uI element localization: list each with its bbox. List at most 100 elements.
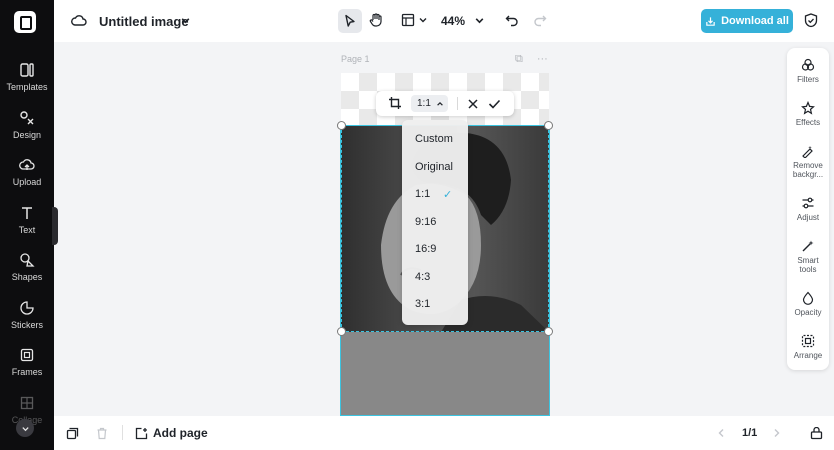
adjust-icon xyxy=(802,197,814,209)
download-all-button[interactable]: Download all xyxy=(701,9,793,33)
design-icon xyxy=(20,111,34,125)
chevron-up-icon xyxy=(437,101,443,106)
sidebar-item-design[interactable]: Design xyxy=(0,110,54,154)
undo-button[interactable] xyxy=(505,13,519,27)
layout-tool-button[interactable] xyxy=(401,13,428,27)
smart-tools-icon xyxy=(802,240,814,252)
collapse-rail-button[interactable] xyxy=(16,419,34,437)
title-dropdown-button[interactable] xyxy=(180,15,191,26)
crop-handle-bottom-left[interactable] xyxy=(337,327,346,336)
opacity-icon xyxy=(802,291,814,305)
tool-label: Adjust xyxy=(796,213,820,222)
duplicate-page-button[interactable] xyxy=(66,427,79,440)
confirm-crop-button[interactable] xyxy=(488,97,501,115)
layers-button[interactable] xyxy=(810,427,823,440)
cloud-save-icon[interactable] xyxy=(71,13,87,29)
tool-opacity[interactable]: Opacity xyxy=(787,291,829,317)
left-sidebar: Templates Design Upload Text Shapes Stic… xyxy=(0,0,54,450)
right-tools-panel: Filters Effects Remove backgr... Adjust … xyxy=(787,48,829,370)
frames-icon xyxy=(20,348,34,362)
upload-icon xyxy=(19,159,35,170)
tool-adjust[interactable]: Adjust xyxy=(787,196,829,222)
redo-button[interactable] xyxy=(533,13,547,27)
tool-arrange[interactable]: Arrange xyxy=(787,334,829,360)
selected-check-icon: ✓ xyxy=(443,188,453,201)
hand-tool-button[interactable] xyxy=(368,12,384,28)
sidebar-collapse-handle[interactable] xyxy=(52,207,58,245)
sidebar-item-label: Stickers xyxy=(10,320,43,330)
zoom-level[interactable]: 44% xyxy=(441,14,465,28)
sidebar-item-label: Text xyxy=(18,225,36,235)
duplicate-page-icon[interactable]: ⧉ xyxy=(515,53,523,66)
crop-handle-bottom-right[interactable] xyxy=(544,327,553,336)
crop-handle-top-right[interactable] xyxy=(544,121,553,130)
ratio-option-custom[interactable]: Custom xyxy=(402,128,468,150)
more-options-icon[interactable]: ··· xyxy=(537,53,548,66)
crop-icon xyxy=(389,97,401,109)
sidebar-item-label: Upload xyxy=(12,177,42,187)
sidebar-item-label: Design xyxy=(12,130,41,140)
ratio-option-label: 4:3 xyxy=(415,271,431,283)
chevron-left-icon xyxy=(718,429,724,437)
ratio-option-label: Original xyxy=(415,161,453,173)
ratio-option-1-1[interactable]: 1:1 ✓ xyxy=(402,183,468,205)
effects-icon xyxy=(801,101,815,115)
sidebar-item-label: Templates xyxy=(6,82,48,92)
sidebar-item-frames[interactable]: Frames xyxy=(0,347,54,391)
page-counter: 1/1 xyxy=(742,427,758,439)
ratio-option-label: 1:1 xyxy=(415,188,431,200)
bottom-toolbar: Add page 1/1 xyxy=(54,416,834,450)
crop-handle-top-left[interactable] xyxy=(337,121,346,130)
sidebar-item-templates[interactable]: Templates xyxy=(0,62,54,106)
shield-button[interactable] xyxy=(804,13,818,28)
chevron-down-icon xyxy=(475,18,484,24)
tool-label: Effects xyxy=(795,118,821,127)
aspect-ratio-value: 1:1 xyxy=(417,98,431,109)
select-tool-button[interactable] xyxy=(338,9,362,33)
next-page-button[interactable] xyxy=(772,428,781,438)
delete-page-button[interactable] xyxy=(96,427,108,440)
aspect-ratio-select[interactable]: 1:1 xyxy=(411,95,448,112)
download-all-label: Download all xyxy=(721,15,789,27)
arrange-icon xyxy=(801,334,815,348)
sidebar-item-stickers[interactable]: Stickers xyxy=(0,300,54,344)
chevron-down-icon xyxy=(419,18,427,23)
remove-background-icon xyxy=(802,146,813,158)
filters-icon xyxy=(801,58,815,71)
sidebar-item-label: Frames xyxy=(11,367,43,377)
ratio-option-original[interactable]: Original xyxy=(402,156,468,178)
add-page-icon xyxy=(135,427,148,439)
shield-icon xyxy=(804,13,818,28)
tool-remove-background[interactable]: Remove backgr... xyxy=(787,144,829,179)
page-label: Page 1 xyxy=(341,54,370,64)
previous-page-button[interactable] xyxy=(717,428,726,438)
tool-filters[interactable]: Filters xyxy=(787,58,829,84)
app-logo[interactable] xyxy=(14,11,36,33)
document-title[interactable]: Untitled image xyxy=(99,14,189,29)
sidebar-item-text[interactable]: Text xyxy=(0,205,54,249)
zoom-dropdown-button[interactable] xyxy=(474,15,485,26)
tool-label: Filters xyxy=(797,75,819,84)
crop-toolbar: 1:1 xyxy=(376,91,514,116)
crop-button[interactable] xyxy=(388,96,402,115)
ratio-option-3-1[interactable]: 3:1 xyxy=(402,293,468,315)
ratio-option-16-9[interactable]: 16:9 xyxy=(402,238,468,260)
add-page-button[interactable]: Add page xyxy=(135,426,208,440)
chevron-down-icon xyxy=(181,18,190,24)
ratio-option-4-3[interactable]: 4:3 xyxy=(402,266,468,288)
ratio-option-9-16[interactable]: 9:16 xyxy=(402,211,468,233)
cancel-crop-button[interactable] xyxy=(467,97,479,115)
undo-icon xyxy=(505,15,518,27)
ratio-option-label: 16:9 xyxy=(415,243,437,255)
aspect-ratio-menu: Custom Original 1:1 ✓ 9:16 16:9 4:3 3:1 xyxy=(402,120,468,325)
pointer-icon xyxy=(345,14,355,27)
sidebar-item-upload[interactable]: Upload xyxy=(0,157,54,201)
ratio-option-label: 9:16 xyxy=(415,216,437,228)
tool-effects[interactable]: Effects xyxy=(787,101,829,127)
sidebar-item-shapes[interactable]: Shapes xyxy=(0,252,54,296)
ratio-option-label: 3:1 xyxy=(415,298,431,310)
add-page-label: Add page xyxy=(153,426,208,440)
tool-smart-tools[interactable]: Smart tools xyxy=(787,239,829,274)
hand-icon xyxy=(369,13,382,27)
tool-label: Smart tools xyxy=(797,256,819,274)
